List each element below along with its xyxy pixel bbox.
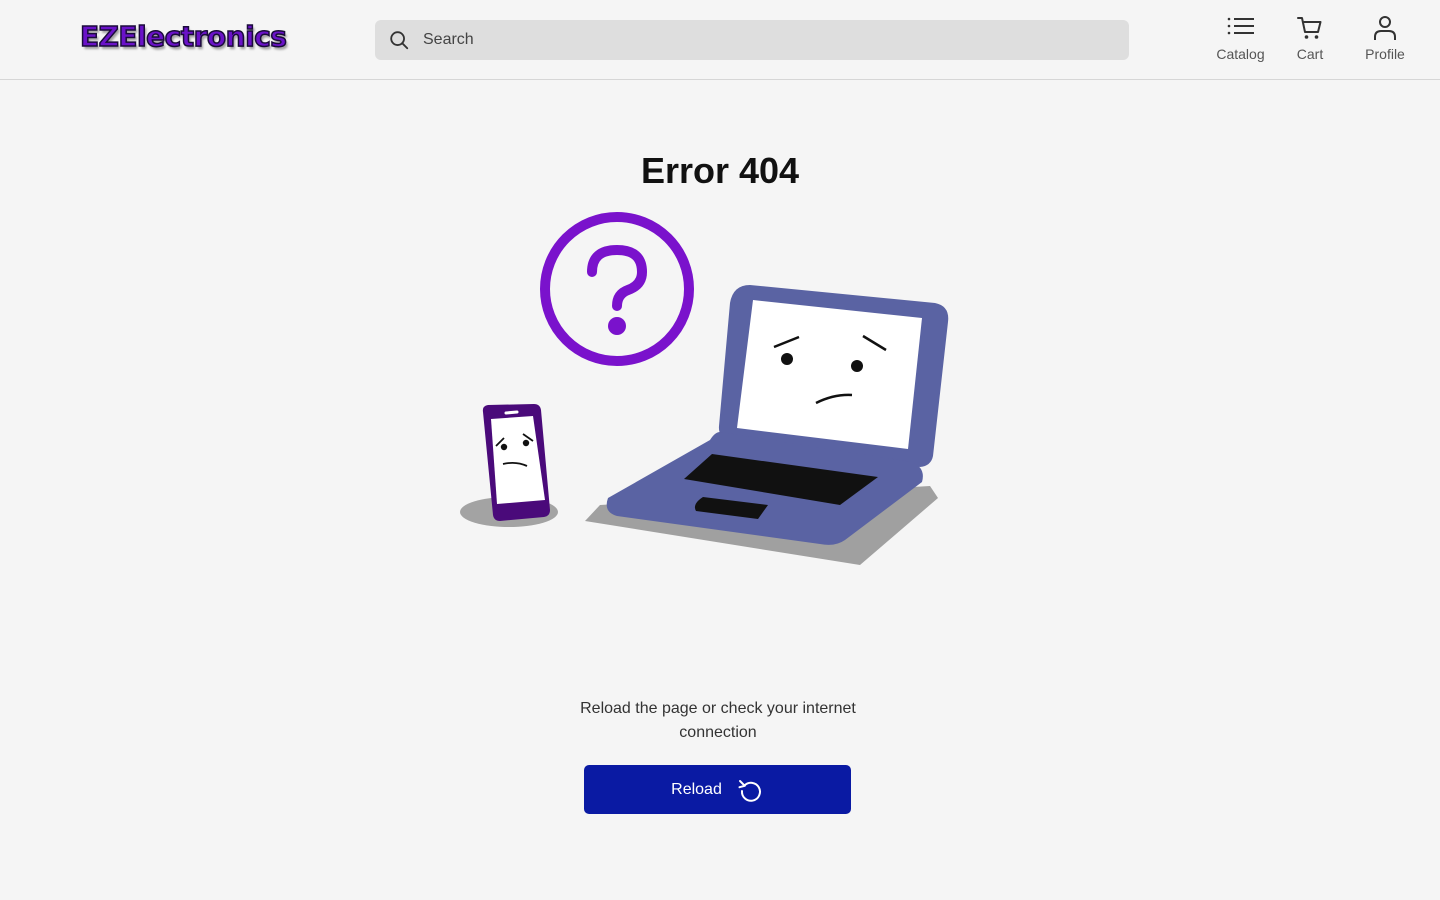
search-input[interactable] [423, 20, 1113, 60]
question-icon [540, 212, 694, 366]
reload-button-label: Reload [671, 780, 722, 798]
page-title: Error 404 [640, 150, 800, 191]
error-message: Reload the page or check your internet c… [580, 700, 856, 741]
reload-button[interactable]: Reload [584, 765, 851, 814]
site-header: EZElectronics Catalog Cart [0, 0, 1440, 80]
nav-catalog[interactable]: Catalog [1213, 14, 1268, 66]
nav-profile[interactable]: Profile [1360, 14, 1410, 66]
search-icon[interactable] [388, 29, 410, 51]
sad-phone-illustration [460, 404, 558, 527]
user-icon [1374, 16, 1396, 40]
logo[interactable]: EZElectronics [79, 19, 287, 54]
nav-profile-label: Profile [1365, 46, 1405, 62]
nav-cart-label: Cart [1296, 46, 1324, 62]
sad-laptop-illustration [585, 285, 949, 565]
list-icon [1227, 17, 1254, 35]
nav-catalog-label: Catalog [1216, 46, 1265, 62]
search-bar [375, 20, 1129, 60]
cart-icon [1297, 17, 1322, 39]
nav-cart[interactable]: Cart [1290, 14, 1330, 66]
refresh-icon [738, 779, 761, 802]
error-illustration [460, 212, 949, 565]
